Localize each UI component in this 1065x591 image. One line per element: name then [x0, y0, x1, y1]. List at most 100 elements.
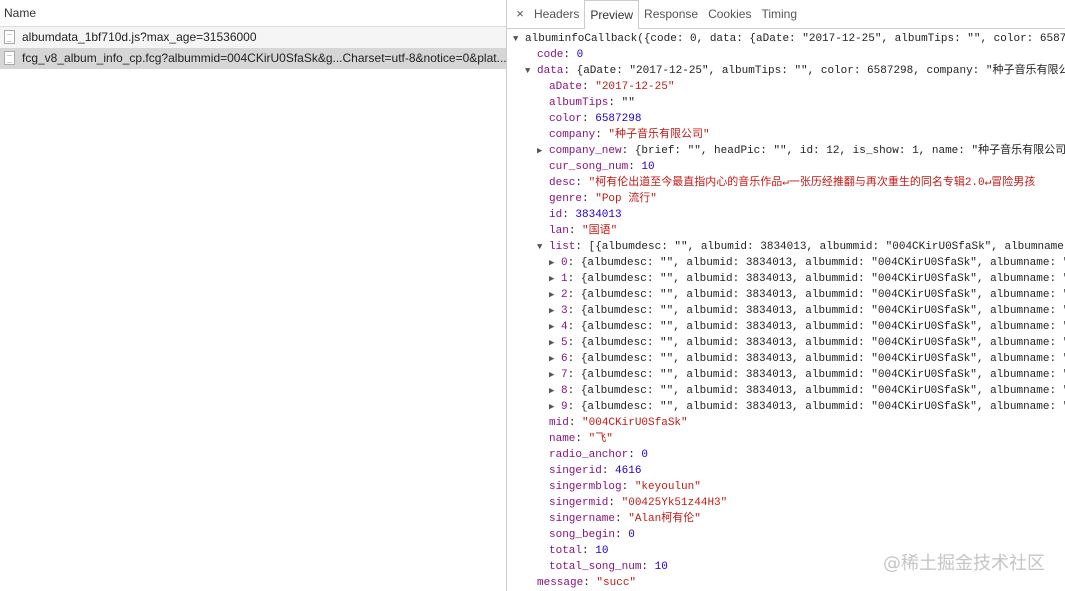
- tree-node[interactable]: ▶ 7: {albumdesc: "", albumid: 3834013, al…: [507, 367, 1065, 383]
- expanded-arrow-icon[interactable]: ▼: [537, 239, 549, 255]
- tree-node[interactable]: ▶ 2: {albumdesc: "", albumid: 3834013, al…: [507, 287, 1065, 303]
- node-key: cur_song_num: [549, 161, 629, 173]
- request-row-selected[interactable]: fcg_v8_album_info_cp.fcg?albummid=004CKi…: [0, 48, 506, 69]
- node-key: 2: [561, 289, 568, 301]
- node-key: code: [537, 49, 564, 61]
- node-value: "飞": [588, 433, 613, 445]
- node-value: 4616: [615, 465, 642, 477]
- node-value: 3834013: [575, 209, 622, 221]
- node-key: company_new: [549, 145, 622, 157]
- node-value: 10: [654, 561, 668, 573]
- request-list-panel: Name albumdata_1bf710d.js?max_age=315360…: [0, 0, 507, 591]
- node-value: {albumdesc: "", albumid: 3834013, albumm…: [580, 369, 1065, 381]
- name-column-header[interactable]: Name: [0, 0, 506, 27]
- node-value: 10: [595, 545, 609, 557]
- tree-node: id: 3834013: [549, 209, 622, 221]
- node-value: "Pop 流行": [595, 193, 657, 205]
- node-key: 0: [561, 257, 568, 269]
- expanded-arrow-icon[interactable]: ▼: [513, 31, 525, 47]
- node-key: company: [549, 129, 596, 141]
- node-key: singername: [549, 513, 616, 525]
- collapsed-arrow-icon[interactable]: ▶: [549, 319, 561, 335]
- node-key: aDate: [549, 81, 583, 93]
- tree-node[interactable]: ▶ 9: {albumdesc: "", albumid: 3834013, al…: [507, 399, 1065, 415]
- detail-panel: × Headers Preview Response Cookies Timin…: [507, 0, 1065, 591]
- tree-node[interactable]: ▶ 5: {albumdesc: "", albumid: 3834013, al…: [507, 335, 1065, 351]
- tree-node[interactable]: ▼ albuminfoCallback({code: 0, data: {aDat…: [507, 31, 1065, 47]
- node-key: singermid: [549, 497, 609, 509]
- tree-node[interactable]: ▶ 1: {albumdesc: "", albumid: 3834013, al…: [507, 271, 1065, 287]
- node-key: mid: [549, 417, 569, 429]
- node-key: data: [537, 65, 564, 77]
- collapsed-arrow-icon[interactable]: ▶: [549, 351, 561, 367]
- tree-node: singermblog: "keyoulun": [549, 481, 701, 493]
- tree-node[interactable]: ▼ data: {aDate: "2017-12-25", albumTips: …: [507, 63, 1065, 79]
- collapsed-arrow-icon[interactable]: ▶: [549, 303, 561, 319]
- collapsed-arrow-icon[interactable]: ▶: [549, 399, 561, 415]
- node-value: {brief: "", headPic: "", id: 12, is_show…: [634, 145, 1065, 157]
- tree-node[interactable]: ▶ 0: {albumdesc: "", albumid: 3834013, al…: [507, 255, 1065, 271]
- tab-response[interactable]: Response: [639, 0, 703, 28]
- node-value: {albumdesc: "", albumid: 3834013, albumm…: [580, 273, 1065, 285]
- collapsed-arrow-icon[interactable]: ▶: [549, 367, 561, 383]
- tree-node: song_begin: 0: [549, 529, 635, 541]
- node-value: "00425Yk51z44H3": [621, 497, 728, 509]
- tree-node[interactable]: ▶ company_new: {brief: "", headPic: "", i…: [507, 143, 1065, 159]
- expanded-arrow-icon[interactable]: ▼: [525, 63, 537, 79]
- request-row[interactable]: albumdata_1bf710d.js?max_age=31536000: [0, 27, 506, 48]
- node-value: {albumdesc: "", albumid: 3834013, albumm…: [580, 305, 1065, 317]
- tree-node: singermid: "00425Yk51z44H3": [549, 497, 728, 509]
- tree-node[interactable]: ▼ list: [{albumdesc: "", albumid: 3834013…: [507, 239, 1065, 255]
- tree-node[interactable]: ▶ 3: {albumdesc: "", albumid: 3834013, al…: [507, 303, 1065, 319]
- tree-node: cur_song_num: 10: [549, 161, 655, 173]
- node-key: desc: [549, 177, 576, 189]
- tree-node: aDate: "2017-12-25": [549, 81, 675, 93]
- node-key: singerid: [549, 465, 602, 477]
- tree-node: lan: "国语": [549, 225, 618, 237]
- node-value: {albumdesc: "", albumid: 3834013, albumm…: [580, 353, 1065, 365]
- node-value: {aDate: "2017-12-25", albumTips: "", col…: [576, 65, 1065, 77]
- node-value: [{albumdesc: "", albumid: 3834013, album…: [588, 241, 1065, 253]
- collapsed-arrow-icon[interactable]: ▶: [549, 335, 561, 351]
- node-value: "柯有伦出道至今最直指内心的音乐作品↵一张历经推翻与再次重生的同名专辑2.0↵冒…: [588, 177, 1036, 189]
- node-key: 5: [561, 337, 568, 349]
- node-key: color: [549, 113, 583, 125]
- tree-node: mid: "004CKirU0SfaSk": [549, 417, 688, 429]
- node-value: "keyoulun": [634, 481, 701, 493]
- collapsed-arrow-icon[interactable]: ▶: [549, 383, 561, 399]
- tree-node[interactable]: ▶ 6: {albumdesc: "", albumid: 3834013, al…: [507, 351, 1065, 367]
- tab-cookies[interactable]: Cookies: [703, 0, 756, 28]
- node-key: 3: [561, 305, 568, 317]
- node-value: 0: [576, 49, 584, 61]
- request-name: albumdata_1bf710d.js?max_age=31536000: [22, 30, 257, 44]
- node-value: 0: [641, 449, 649, 461]
- tree-node: albumTips: "": [549, 97, 635, 109]
- collapsed-arrow-icon[interactable]: ▶: [549, 287, 561, 303]
- json-preview-tree: ▼ albuminfoCallback({code: 0, data: {aDat…: [507, 31, 1065, 591]
- node-key: lan: [549, 225, 569, 237]
- tree-node: color: 6587298: [549, 113, 642, 125]
- tab-timing[interactable]: Timing: [756, 0, 802, 28]
- collapsed-arrow-icon[interactable]: ▶: [549, 255, 561, 271]
- tree-node: message: "succ": [537, 577, 637, 589]
- node-key: 9: [561, 401, 568, 413]
- collapsed-arrow-icon[interactable]: ▶: [537, 143, 549, 159]
- tree-node: singerid: 4616: [549, 465, 642, 477]
- node-key: list: [549, 241, 576, 253]
- collapsed-arrow-icon[interactable]: ▶: [549, 271, 561, 287]
- node-key: name: [549, 433, 576, 445]
- file-icon: [4, 30, 15, 44]
- tree-node[interactable]: ▶ 8: {albumdesc: "", albumid: 3834013, al…: [507, 383, 1065, 399]
- watermark: @稀土掘金技术社区: [883, 553, 1045, 574]
- tab-headers[interactable]: Headers: [529, 0, 584, 28]
- request-name: fcg_v8_album_info_cp.fcg?albummid=004CKi…: [22, 51, 506, 65]
- node-value: "2017-12-25": [595, 81, 675, 93]
- node-key: 7: [561, 369, 568, 381]
- tab-preview[interactable]: Preview: [584, 0, 640, 29]
- close-icon[interactable]: ×: [511, 0, 529, 28]
- node-value: "Alan柯有伦": [628, 513, 701, 525]
- tree-node: radio_anchor: 0: [549, 449, 649, 461]
- tree-node[interactable]: ▶ 4: {albumdesc: "", albumid: 3834013, al…: [507, 319, 1065, 335]
- node-key: 6: [561, 353, 568, 365]
- tree-node: desc: "柯有伦出道至今最直指内心的音乐作品↵一张历经推翻与再次重生的同名专…: [549, 177, 1036, 189]
